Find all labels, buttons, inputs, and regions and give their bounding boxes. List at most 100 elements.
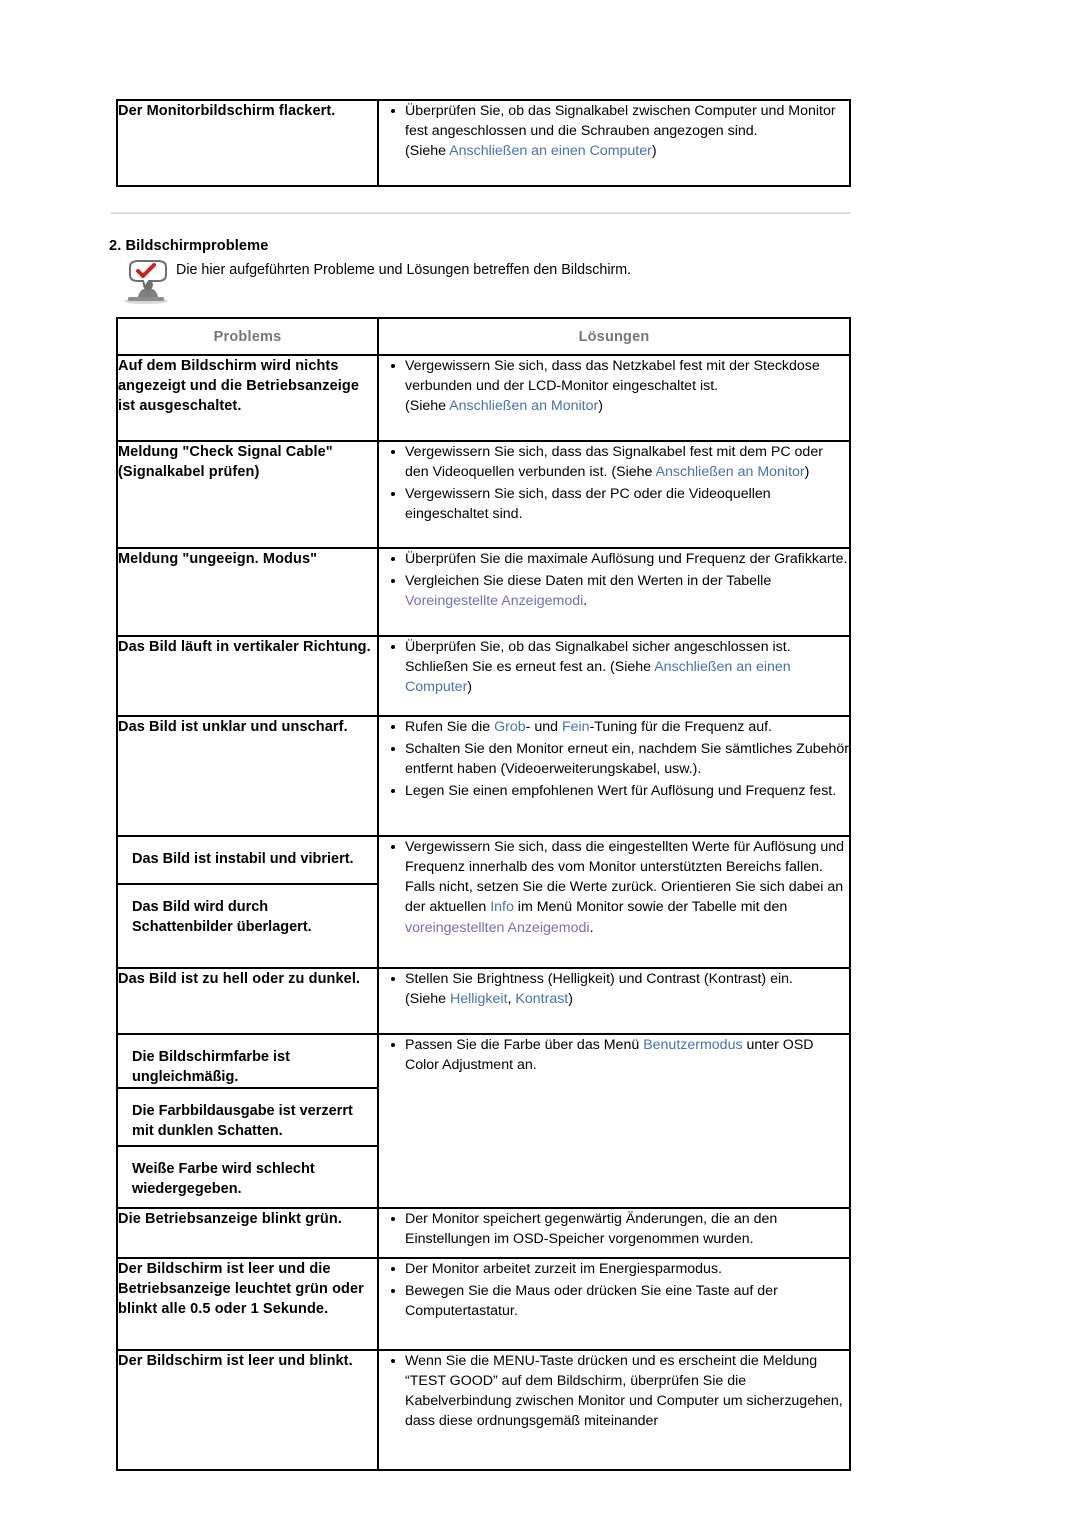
solution-cell: Stellen Sie Brightness (Helligkeit) und … (377, 967, 851, 1035)
link-voreingestellte-anzeigemodi[interactable]: Voreingestellte Anzeigemodi (405, 593, 583, 609)
problem-text: Meldung "ungeeign. Modus" (118, 551, 318, 567)
problem-cell: Das Bild ist unklar und unscharf. (116, 715, 379, 837)
list-item: Der Monitor speichert gegenwärtig Änderu… (379, 1209, 849, 1249)
solution-list: Stellen Sie Brightness (Helligkeit) und … (379, 969, 849, 1009)
problem-text: Der Bildschirm ist leer und die Betriebs… (118, 1261, 364, 1317)
solution-cell: Der Monitor speichert gegenwärtig Änderu… (377, 1207, 851, 1259)
solution-text: Vergewissern Sie sich, dass das Netzkabe… (405, 358, 820, 395)
problem-cell: Die Farbbildausgabe ist verzerrt mit dun… (118, 1089, 377, 1147)
see-suffix: ) (598, 398, 603, 415)
list-item: Passen Sie die Farbe über das Menü Benut… (379, 1035, 849, 1075)
problem-cell: Das Bild ist zu hell oder zu dunkel. (116, 967, 379, 1035)
problem-text: Der Bildschirm ist leer und blinkt. (118, 1353, 353, 1369)
table-row: Das Bild ist zu hell oder zu dunkel. Ste… (116, 967, 851, 1035)
solution-cell: Überprüfen Sie die maximale Auflösung un… (377, 547, 851, 637)
table-row: Das Bild ist unklar und unscharf. Rufen … (116, 715, 851, 837)
problem-cell: Der Monitorbildschirm flackert. (116, 99, 379, 187)
solution-cell: Wenn Sie die MENU-Taste drücken und es e… (377, 1349, 851, 1471)
solution-text: Der Monitor speichert gegenwärtig Änderu… (405, 1211, 778, 1248)
list-item: Der Monitor arbeitet zurzeit im Energies… (379, 1259, 849, 1279)
solution-list: Überprüfen Sie die maximale Auflösung un… (379, 549, 849, 611)
problem-cell: Weiße Farbe wird schlecht wiedergegeben. (118, 1147, 377, 1207)
problem-group-cell: Das Bild ist instabil und vibriert. Das … (116, 835, 379, 969)
problem-text: Der Monitorbildschirm flackert. (118, 103, 336, 119)
list-item: Rufen Sie die Grob- und Fein-Tuning für … (379, 717, 849, 737)
solution-text-suffix: ) (467, 679, 473, 696)
column-header-problems: Problems (116, 317, 379, 356)
link-fein[interactable]: Fein (562, 719, 590, 735)
list-item: Vergewissern Sie sich, dass das Netzkabe… (379, 356, 849, 416)
solution-text: Passen Sie die Farbe über das Menü (405, 1037, 644, 1053)
link-anschliessen-an-einen-computer[interactable]: Anschließen an einen Computer (449, 143, 652, 159)
solution-list: Passen Sie die Farbe über das Menü Benut… (379, 1035, 849, 1075)
continued-problem-table: Der Monitorbildschirm flackert. Überprüf… (116, 99, 851, 187)
table-row: Das Bild ist instabil und vibriert. Das … (116, 835, 851, 969)
solution-text-suffix: . (583, 593, 588, 610)
problem-cell: Das Bild ist instabil und vibriert. (118, 837, 377, 885)
problem-cell: Der Bildschirm ist leer und blinkt. (116, 1349, 379, 1471)
solution-text-suffix: -Tuning für die Frequenz auf. (589, 719, 772, 735)
table-row: Das Bild läuft in vertikaler Richtung. Ü… (116, 635, 851, 717)
problem-cell: Meldung "ungeeign. Modus" (116, 547, 379, 637)
solution-text: Der Monitor arbeitet zurzeit im Energies… (405, 1261, 722, 1277)
list-item: Legen Sie einen empfohlenen Wert für Auf… (379, 781, 849, 801)
link-info[interactable]: Info (490, 899, 514, 915)
problem-text: Das Bild ist unklar und unscharf. (118, 719, 348, 735)
link-benutzermodus[interactable]: Benutzermodus (643, 1037, 742, 1053)
solution-cell: Rufen Sie die Grob- und Fein-Tuning für … (377, 715, 851, 837)
solution-list: Vergewissern Sie sich, dass die eingeste… (379, 837, 849, 938)
see-prefix: (Siehe (405, 143, 450, 160)
problem-cell: Auf dem Bildschirm wird nichts angezeigt… (116, 354, 379, 442)
solution-text-suffix: ) (804, 464, 810, 481)
problem-text: Meldung "Check Signal Cable" (Signalkabe… (118, 444, 333, 480)
table-row: Die Betriebsanzeige blinkt grün. Der Mon… (116, 1207, 851, 1259)
list-item: Vergleichen Sie diese Daten mit den Wert… (379, 571, 849, 611)
solution-list: Der Monitor arbeitet zurzeit im Energies… (379, 1259, 849, 1321)
problem-cell: Das Bild läuft in vertikaler Richtung. (116, 635, 379, 717)
table-row: Der Bildschirm ist leer und die Betriebs… (116, 1257, 851, 1351)
problem-cell: Die Betriebsanzeige blinkt grün. (116, 1207, 379, 1259)
list-item: Vergewissern Sie sich, dass die eingeste… (379, 837, 849, 938)
link-voreingestellten-anzeigemodi[interactable]: voreingestellten Anzeigemodi (405, 920, 590, 936)
solution-text: Bewegen Sie die Maus oder drücken Sie ei… (405, 1283, 778, 1320)
list-item: Vergewissern Sie sich, dass das Signalka… (379, 442, 849, 482)
table-row: Meldung "Check Signal Cable" (Signalkabe… (116, 440, 851, 549)
problem-cell: Das Bild wird durch Schattenbilder überl… (118, 885, 377, 967)
problem-text: Das Bild ist instabil und vibriert. (132, 851, 354, 867)
solution-list: Überprüfen Sie, ob das Signalkabel siche… (379, 637, 849, 697)
link-anschliessen-an-monitor[interactable]: Anschließen an Monitor (656, 464, 805, 480)
list-item: Überprüfen Sie, ob das Signalkabel zwisc… (379, 101, 849, 161)
list-item: Bewegen Sie die Maus oder drücken Sie ei… (379, 1281, 849, 1321)
section-divider (111, 212, 851, 214)
link-kontrast[interactable]: Kontrast (515, 991, 568, 1007)
link-grob[interactable]: Grob (494, 719, 526, 735)
solution-cell: Passen Sie die Farbe über das Menü Benut… (377, 1033, 851, 1209)
problem-group-cell: Die Bildschirmfarbe ist ungleichmäßig. D… (116, 1033, 379, 1209)
link-helligkeit[interactable]: Helligkeit (450, 991, 508, 1007)
problem-cell: Meldung "Check Signal Cable" (Signalkabe… (116, 440, 379, 549)
list-item: Schalten Sie den Monitor erneut ein, nac… (379, 739, 849, 779)
see-suffix: ) (651, 143, 657, 160)
section-note: Die hier aufgeführten Probleme und Lösun… (176, 262, 632, 278)
solution-cell: Überprüfen Sie, ob das Signalkabel siche… (377, 635, 851, 717)
problem-text: Die Farbbildausgabe ist verzerrt mit dun… (132, 1103, 353, 1139)
see-prefix: (Siehe (405, 991, 450, 1008)
solution-text: Rufen Sie die (405, 719, 495, 735)
problem-cell: Der Bildschirm ist leer und die Betriebs… (116, 1257, 379, 1351)
column-header-solutions: Lösungen (377, 317, 851, 356)
problem-text: Die Bildschirmfarbe ist ungleichmäßig. (132, 1049, 290, 1085)
table-row: Der Monitorbildschirm flackert. Überprüf… (116, 99, 851, 187)
solution-list: Vergewissern Sie sich, dass das Signalka… (379, 442, 849, 525)
solution-text: Überprüfen Sie, ob das Signalkabel zwisc… (405, 103, 836, 140)
solution-list: Überprüfen Sie, ob das Signalkabel zwisc… (379, 101, 849, 161)
problem-text: Auf dem Bildschirm wird nichts angezeigt… (118, 358, 359, 414)
solution-text-mid: - und (525, 719, 562, 735)
solution-text: Wenn Sie die MENU-Taste drücken und es e… (405, 1353, 843, 1430)
problem-text: Das Bild ist zu hell oder zu dunkel. (118, 971, 361, 987)
table-row: Die Bildschirmfarbe ist ungleichmäßig. D… (116, 1033, 851, 1209)
checkmark-speech-bubble-icon (120, 259, 176, 307)
solution-text-mid: im Menü Monitor sowie der Tabelle mit de… (513, 899, 788, 916)
link-anschliessen-an-monitor[interactable]: Anschließen an Monitor (449, 398, 598, 414)
see-suffix: ) (568, 991, 573, 1008)
screen-problems-table: Problems Lösungen Auf dem Bildschirm wir… (116, 317, 851, 1471)
